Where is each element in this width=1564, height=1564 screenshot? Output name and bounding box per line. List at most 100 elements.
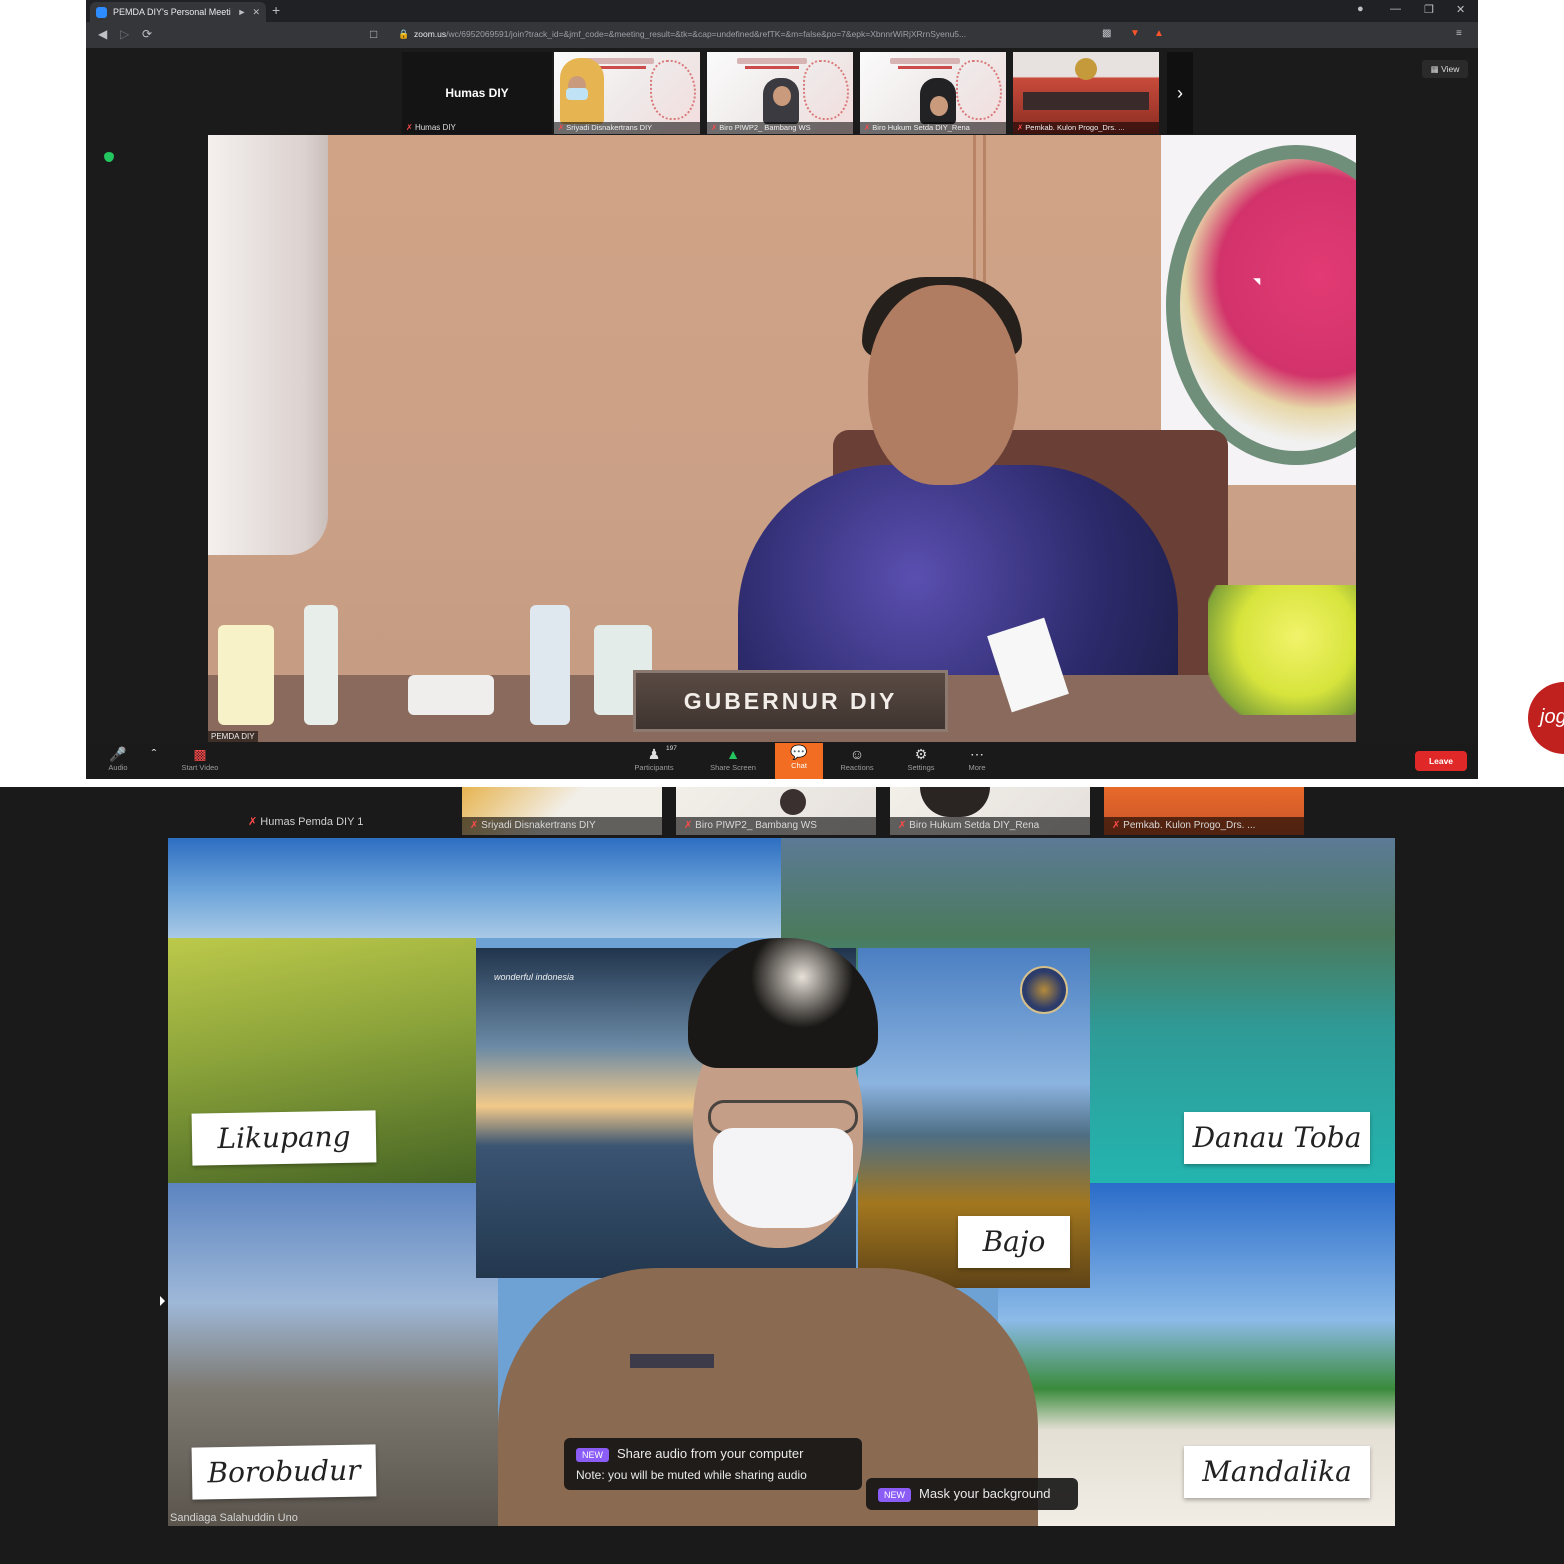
leave-button[interactable]: Leave — [1415, 751, 1467, 771]
zoom-meeting: Humas DIY ✗ Humas DIY ✗ Sriyadi Disnakert… — [86, 48, 1478, 779]
jogja-logo: jog — [1528, 682, 1564, 754]
audio-label: Audio — [108, 763, 128, 772]
self-name-small-text: Humas DIY — [414, 123, 456, 132]
muted-mic-icon: 🎤 — [109, 746, 127, 762]
more-button[interactable]: ⋯ More — [951, 745, 1003, 779]
participant-thumb-label: ✗ Pemkab. Kulon Progo_Drs. ... — [1013, 122, 1159, 134]
participant-thumb-label: ✗ Pemkab. Kulon Progo_Drs. ... — [1104, 817, 1304, 835]
zoom-favicon-icon — [96, 6, 107, 18]
share-screen-button[interactable]: ▲ Share Screen — [707, 745, 759, 779]
back-button[interactable]: ◀ — [98, 27, 107, 41]
new-badge: NEW — [576, 1447, 609, 1462]
participant-thumb[interactable]: ✗ Pemkab. Kulon Progo_Drs. ... — [1013, 52, 1159, 134]
participants-count: 197 — [666, 745, 677, 752]
participant-thumb[interactable]: ✗ Biro Hukum Setda DIY_Rena — [860, 52, 1006, 134]
share-audio-tip-text: Share audio from your computer — [617, 1446, 804, 1461]
participant-thumb[interactable]: ✗ Biro PIWP2_ Bambang WS — [676, 787, 876, 835]
browser-tab[interactable]: PEMDA DIY's Personal Meeti ► ✕ — [90, 2, 266, 22]
share-audio-note: Note: you will be muted while sharing au… — [576, 1467, 807, 1482]
muted-mic-icon: ✗ — [558, 123, 565, 132]
start-video-button[interactable]: ▩ Start Video — [174, 745, 226, 779]
ministry-emblem-icon — [1020, 966, 1068, 1014]
participant-thumb[interactable]: ✗ Pemkab. Kulon Progo_Drs. ... — [1104, 787, 1304, 835]
audio-button[interactable]: 🎤 Audio — [92, 745, 144, 779]
reactions-button[interactable]: ☺ Reactions — [831, 745, 883, 779]
place-label: Borobudur — [191, 1444, 377, 1500]
menu-icon[interactable]: ≡ — [1456, 28, 1462, 39]
muted-mic-icon: ✗ — [898, 820, 907, 831]
active-speaker-video: Likupang Danau Toba Bajo Borobudur Manda… — [168, 838, 1395, 1526]
close-tab-icon[interactable]: ✕ — [252, 7, 260, 18]
mouse-cursor-icon — [160, 1296, 165, 1306]
reactions-label: Reactions — [840, 763, 874, 772]
participants-label: Participants — [634, 763, 674, 772]
restore-button[interactable]: ❐ — [1424, 3, 1434, 16]
chat-button[interactable]: 💬 Chat — [775, 743, 823, 779]
start-video-label: Start Video — [181, 763, 219, 772]
grid-icon: ▦ — [1430, 64, 1439, 74]
next-page-arrow[interactable]: › — [1167, 52, 1193, 134]
share-audio-tip[interactable]: NEW Share audio from your computer Note: … — [564, 1438, 862, 1490]
forward-button[interactable]: ▷ — [120, 27, 129, 41]
address-bar-row: ◀ ▷ ⟳ □ 🔒 zoom.us/wc/6952069591/join?tra… — [86, 22, 1478, 48]
more-label: More — [968, 763, 986, 772]
more-icon: ⋯ — [970, 746, 984, 762]
reload-button[interactable]: ⟳ — [142, 27, 152, 41]
chat-icon: 💬 — [790, 744, 808, 760]
participant-thumb-label: ✗ Biro Hukum Setda DIY_Rena — [890, 817, 1090, 835]
muted-mic-icon: ✗ — [684, 820, 693, 831]
url-field[interactable]: zoom.us/wc/6952069591/join?track_id=&jmf… — [414, 29, 1104, 39]
place-label: Mandalika — [1184, 1446, 1370, 1498]
participant-thumb[interactable]: ✗ Sriyadi Disnakertrans DIY — [554, 52, 700, 134]
participants-button[interactable]: ♟ 197 Participants — [628, 745, 680, 779]
muted-mic-icon: ✗ — [1112, 820, 1121, 831]
account-icon[interactable]: ● — [1357, 3, 1364, 15]
bookmark-icon[interactable]: □ — [370, 27, 377, 41]
participant-thumb-label: ✗ Biro Hukum Setda DIY_Rena — [860, 122, 1006, 134]
new-tab-button[interactable]: + — [272, 3, 280, 17]
meeting-toolbar: 🎤 Audio ˆ ▩ Start Video ♟ 197 Participan… — [86, 743, 1478, 779]
view-button[interactable]: ▦ View — [1422, 60, 1468, 78]
participant-thumb[interactable]: ✗ Biro Hukum Setda DIY_Rena — [890, 787, 1090, 835]
muted-mic-icon: ✗ — [711, 123, 718, 132]
encryption-shield-icon[interactable] — [104, 152, 114, 162]
lock-icon: 🔒 — [398, 29, 410, 39]
view-button-label: View — [1441, 64, 1460, 74]
muted-mic-icon: ✗ — [864, 123, 871, 132]
speaker-icon[interactable]: ► — [238, 7, 247, 17]
rewards-icon[interactable]: ▲ — [1154, 28, 1164, 39]
close-window-button[interactable]: ✕ — [1456, 3, 1465, 16]
nameplate: GUBERNUR DIY — [633, 670, 948, 732]
url-path: /wc/6952069591/join?track_id=&jmf_code=&… — [446, 29, 967, 39]
minimize-button[interactable]: — — [1390, 3, 1401, 15]
brave-shield-icon[interactable]: ▼ — [1130, 28, 1140, 39]
self-video-tile[interactable]: Humas DIY ✗ Humas DIY — [402, 52, 552, 134]
participant-thumb[interactable]: ✗ Sriyadi Disnakertrans DIY — [462, 787, 662, 835]
extension-icon[interactable]: ▩ — [1102, 28, 1111, 39]
mask-background-tip[interactable]: NEW Mask your background — [866, 1478, 1078, 1510]
self-name-label: ✗ Humas Pemda DIY 1 — [248, 815, 363, 828]
top-screenshot: PEMDA DIY's Personal Meeti ► ✕ + ● — ❐ ✕… — [0, 0, 1564, 779]
mask-background-tip-text: Mask your background — [919, 1486, 1051, 1501]
audio-options-caret[interactable]: ˆ — [144, 745, 164, 779]
wonderful-indonesia-logo: wonderful indonesia — [494, 972, 575, 982]
gear-icon: ⚙ — [914, 746, 928, 762]
video-off-icon: ▩ — [193, 746, 207, 762]
bottom-screenshot: ✗ Humas Pemda DIY 1 ✗ Sriyadi Disnakertr… — [0, 787, 1564, 1564]
nameplate-text: GUBERNUR DIY — [683, 687, 898, 714]
participant-thumb[interactable]: ✗ Biro PIWP2_ Bambang WS — [707, 52, 853, 134]
settings-button[interactable]: ⚙ Settings — [895, 745, 947, 779]
active-speaker-video: GUBERNUR DIY PEMDA DIY — [208, 135, 1356, 742]
share-screen-icon: ▲ — [726, 746, 740, 762]
uniform-nametag — [630, 1354, 714, 1368]
self-name-text: Humas Pemda DIY 1 — [260, 816, 364, 828]
browser-window: PEMDA DIY's Personal Meeti ► ✕ + ● — ❐ ✕… — [86, 0, 1478, 779]
share-screen-label: Share Screen — [710, 763, 756, 772]
place-label: Bajo — [958, 1216, 1070, 1268]
tab-title: PEMDA DIY's Personal Meeti — [113, 7, 231, 17]
self-name-big: Humas DIY — [445, 86, 509, 100]
participant-thumb-label: ✗ Biro PIWP2_ Bambang WS — [707, 122, 853, 134]
participant-thumb-label: ✗ Biro PIWP2_ Bambang WS — [676, 817, 876, 835]
settings-label: Settings — [907, 763, 935, 772]
self-name-small: ✗ Humas DIY — [406, 123, 456, 132]
